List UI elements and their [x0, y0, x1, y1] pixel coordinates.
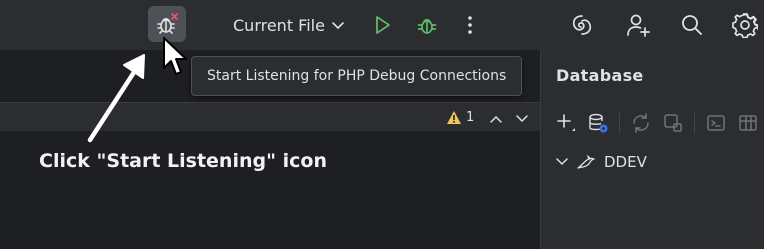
stop-icon[interactable] — [662, 112, 684, 134]
run-button[interactable] — [370, 12, 394, 38]
toolbar-separator — [694, 113, 695, 133]
annotation-text: Click "Start Listening" icon — [39, 150, 327, 172]
mysql-dolphin-icon — [577, 154, 595, 169]
debug-icon — [417, 18, 437, 34]
start-listening-php-debug-icon — [157, 13, 178, 34]
chevron-down-icon — [332, 22, 344, 30]
add-user-icon — [627, 14, 650, 37]
run-configuration-label: Current File — [233, 15, 325, 35]
debug-button[interactable] — [414, 12, 440, 38]
refresh-icon[interactable] — [630, 112, 652, 134]
search-button[interactable] — [678, 11, 706, 39]
run-icon — [376, 16, 390, 34]
run-configuration-selector[interactable]: Current File — [233, 12, 345, 38]
database-tree-label: DDEV — [604, 153, 647, 171]
warning-icon — [447, 111, 461, 124]
table-icon[interactable] — [737, 112, 759, 134]
previous-highlight-button[interactable] — [488, 110, 504, 128]
settings-button[interactable] — [731, 11, 759, 39]
console-icon[interactable] — [705, 112, 727, 134]
database-tree-item[interactable]: DDEV — [556, 153, 647, 171]
data-source-properties-icon[interactable] — [587, 112, 609, 134]
warning-count: 1 — [466, 110, 475, 125]
annotation-arrow-icon — [87, 54, 145, 143]
tooltip: Start Listening for PHP Debug Connection… — [191, 56, 523, 96]
toolbar-separator — [619, 113, 620, 133]
add-icon[interactable] — [555, 112, 577, 134]
chevron-down-icon[interactable] — [556, 158, 568, 166]
database-toolbar — [555, 110, 759, 136]
gear-icon — [732, 13, 758, 38]
chevron-down-icon — [516, 115, 528, 123]
ai-assistant-button[interactable] — [568, 11, 596, 39]
more-actions-button[interactable] — [460, 12, 480, 38]
chevron-up-icon — [490, 115, 502, 123]
database-panel-title: Database — [556, 66, 644, 85]
ai-assistant-icon — [572, 15, 592, 35]
mouse-cursor-icon — [163, 37, 187, 75]
search-icon — [682, 15, 702, 35]
add-user-button[interactable] — [624, 11, 652, 39]
more-vertical-icon — [468, 16, 472, 34]
inspection-widget[interactable]: 1 — [446, 110, 474, 125]
next-highlight-button[interactable] — [514, 110, 530, 128]
